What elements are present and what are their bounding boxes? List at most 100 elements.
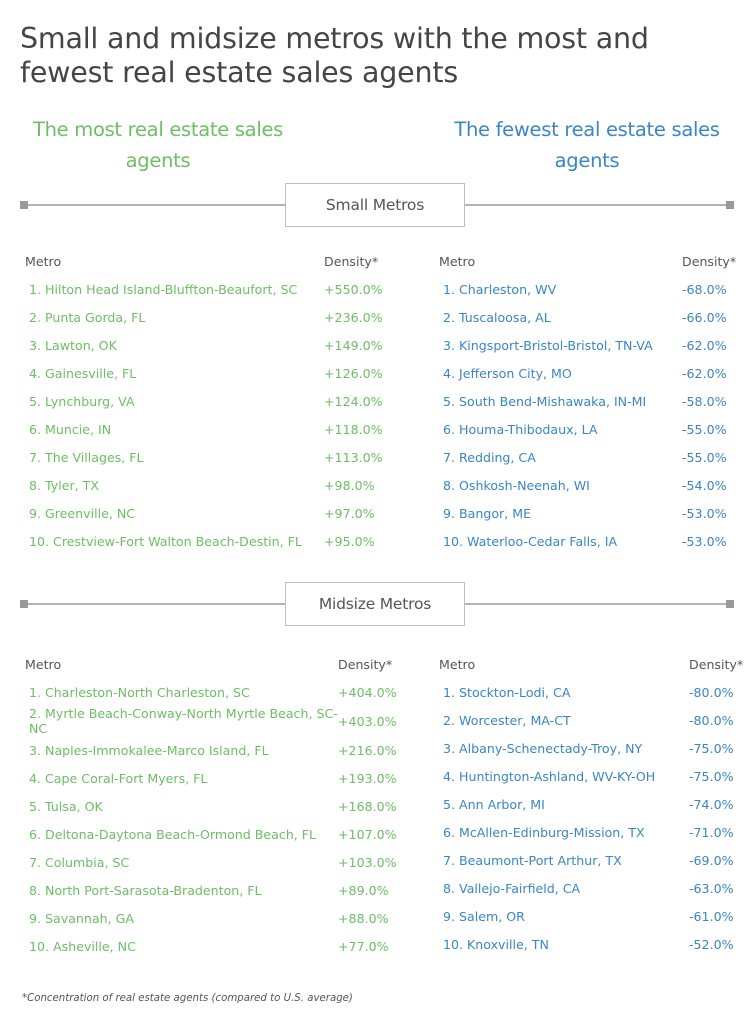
metro-name: 2. Myrtle Beach-Conway-North Myrtle Beac… xyxy=(29,706,338,736)
density-value: -75.0% xyxy=(689,768,734,784)
table-row: 7. Redding, CA -55.0% xyxy=(439,443,739,471)
metro-column-header: Metro xyxy=(439,253,476,269)
table-row: 5. Tulsa, OK +168.0% xyxy=(25,792,405,820)
metro-name: 8. Oshkosh-Neenah, WI xyxy=(443,477,590,493)
table-row: 9. Bangor, ME -53.0% xyxy=(439,499,739,527)
table-header: Metro Density* xyxy=(25,251,385,271)
divider-cap-right xyxy=(726,600,734,608)
metro-name: 3. Lawton, OK xyxy=(29,337,117,353)
metro-name: 2. Tuscaloosa, AL xyxy=(443,309,551,325)
table-row: 6. Houma-Thibodaux, LA -55.0% xyxy=(439,415,739,443)
table-row: 1. Hilton Head Island-Bluffton-Beaufort,… xyxy=(25,275,385,303)
metro-name: 1. Hilton Head Island-Bluffton-Beaufort,… xyxy=(29,281,298,297)
table-row: 4. Gainesville, FL +126.0% xyxy=(25,359,385,387)
density-value: -69.0% xyxy=(689,852,734,868)
density-value: -75.0% xyxy=(689,740,734,756)
metro-name: 5. Tulsa, OK xyxy=(29,798,103,814)
table-row: 6. Deltona-Daytona Beach-Ormond Beach, F… xyxy=(25,820,405,848)
density-value: +107.0% xyxy=(338,826,397,842)
density-value: -58.0% xyxy=(682,393,727,409)
midsize-fewest-table: Metro Density* 1. Stockton-Lodi, CA -80.0% 2… xyxy=(439,654,749,958)
density-value: +124.0% xyxy=(324,393,383,409)
table-row: 5. Ann Arbor, MI -74.0% xyxy=(439,790,749,818)
table-row: 10. Crestview-Fort Walton Beach-Destin, … xyxy=(25,527,385,555)
density-value: +88.0% xyxy=(338,910,389,926)
table-row: 2. Worcester, MA-CT -80.0% xyxy=(439,706,749,734)
metro-name: 4. Cape Coral-Fort Myers, FL xyxy=(29,770,208,786)
table-row: 3. Naples-Immokalee-Marco Island, FL +216… xyxy=(25,736,405,764)
metro-name: 5. Ann Arbor, MI xyxy=(443,796,545,812)
metro-name: 3. Naples-Immokalee-Marco Island, FL xyxy=(29,742,269,758)
table-header: Metro Density* xyxy=(439,251,739,271)
midsize-metros-label: Midsize Metros xyxy=(285,582,465,626)
table-row: 8. Tyler, TX +98.0% xyxy=(25,471,385,499)
footnote: *Concentration of real estate agents (co… xyxy=(22,993,353,1004)
density-value: +168.0% xyxy=(338,798,397,814)
table-row: 1. Charleston, WV -68.0% xyxy=(439,275,739,303)
density-value: -61.0% xyxy=(689,908,734,924)
metro-name: 10. Waterloo-Cedar Falls, IA xyxy=(443,533,618,549)
density-value: +89.0% xyxy=(338,882,389,898)
small-metros-divider: Small Metros xyxy=(20,183,734,227)
table-row: 1. Charleston-North Charleston, SC +404.0… xyxy=(25,678,405,706)
metro-name: 4. Huntington-Ashland, WV-KY-OH xyxy=(443,768,656,784)
table-row: 3. Lawton, OK +149.0% xyxy=(25,331,385,359)
density-value: +77.0% xyxy=(338,938,389,954)
table-row: 1. Stockton-Lodi, CA -80.0% xyxy=(439,678,749,706)
fewest-agents-heading: The fewest real estate sales agents xyxy=(454,118,720,172)
table-row: 6. Muncie, IN +118.0% xyxy=(25,415,385,443)
density-value: +404.0% xyxy=(338,684,397,700)
density-value: -55.0% xyxy=(682,449,727,465)
metro-name: 6. McAllen-Edinburg-Mission, TX xyxy=(443,824,645,840)
density-column-header: Density* xyxy=(324,253,379,269)
density-column-header: Density* xyxy=(682,253,737,269)
table-row: 2. Tuscaloosa, AL -66.0% xyxy=(439,303,739,331)
table-row: 5. Lynchburg, VA +124.0% xyxy=(25,387,385,415)
density-value: +103.0% xyxy=(338,854,397,870)
metro-name: 1. Charleston-North Charleston, SC xyxy=(29,684,250,700)
midsize-metros-divider: Midsize Metros xyxy=(20,582,734,626)
density-value: -62.0% xyxy=(682,337,727,353)
table-row: 10. Waterloo-Cedar Falls, IA -53.0% xyxy=(439,527,739,555)
table-row: 8. Vallejo-Fairfield, CA -63.0% xyxy=(439,874,749,902)
table-row: 5. South Bend-Mishawaka, IN-MI -58.0% xyxy=(439,387,739,415)
density-column-header: Density* xyxy=(338,656,393,672)
density-value: +98.0% xyxy=(324,477,375,493)
table-row: 4. Huntington-Ashland, WV-KY-OH -75.0% xyxy=(439,762,749,790)
table-row: 4. Cape Coral-Fort Myers, FL +193.0% xyxy=(25,764,405,792)
page-title: Small and midsize metros with the most a… xyxy=(20,22,649,89)
table-row: 4. Jefferson City, MO -62.0% xyxy=(439,359,739,387)
metro-name: 7. Beaumont-Port Arthur, TX xyxy=(443,852,622,868)
density-column-header: Density* xyxy=(689,656,744,672)
table-row: 7. Beaumont-Port Arthur, TX -69.0% xyxy=(439,846,749,874)
metro-name: 8. Vallejo-Fairfield, CA xyxy=(443,880,581,896)
density-value: +126.0% xyxy=(324,365,383,381)
table-row: 8. Oshkosh-Neenah, WI -54.0% xyxy=(439,471,739,499)
small-metros-label: Small Metros xyxy=(285,183,465,227)
density-value: -53.0% xyxy=(682,533,727,549)
density-value: -71.0% xyxy=(689,824,734,840)
metro-column-header: Metro xyxy=(25,253,62,269)
table-row: 2. Myrtle Beach-Conway-North Myrtle Beac… xyxy=(25,706,405,736)
density-value: +118.0% xyxy=(324,421,383,437)
table-row: 8. North Port-Sarasota-Bradenton, FL +89.… xyxy=(25,876,405,904)
table-row: 9. Greenville, NC +97.0% xyxy=(25,499,385,527)
table-row: 2. Punta Gorda, FL +236.0% xyxy=(25,303,385,331)
density-value: -52.0% xyxy=(689,936,734,952)
table-row: 9. Savannah, GA +88.0% xyxy=(25,904,405,932)
metro-name: 6. Deltona-Daytona Beach-Ormond Beach, F… xyxy=(29,826,317,842)
metro-name: 2. Punta Gorda, FL xyxy=(29,309,146,325)
metro-name: 2. Worcester, MA-CT xyxy=(443,712,571,728)
most-agents-heading: The most real estate sales agents xyxy=(32,118,284,172)
metro-name: 3. Kingsport-Bristol-Bristol, TN-VA xyxy=(443,337,653,353)
table-row: 9. Salem, OR -61.0% xyxy=(439,902,749,930)
table-row: 10. Knoxville, TN -52.0% xyxy=(439,930,749,958)
metro-name: 9. Savannah, GA xyxy=(29,910,134,926)
density-value: -53.0% xyxy=(682,505,727,521)
density-value: -54.0% xyxy=(682,477,727,493)
table-row: 3. Kingsport-Bristol-Bristol, TN-VA -62.0… xyxy=(439,331,739,359)
metro-name: 10. Knoxville, TN xyxy=(443,936,549,952)
density-value: -68.0% xyxy=(682,281,727,297)
density-value: +236.0% xyxy=(324,309,383,325)
density-value: +550.0% xyxy=(324,281,383,297)
